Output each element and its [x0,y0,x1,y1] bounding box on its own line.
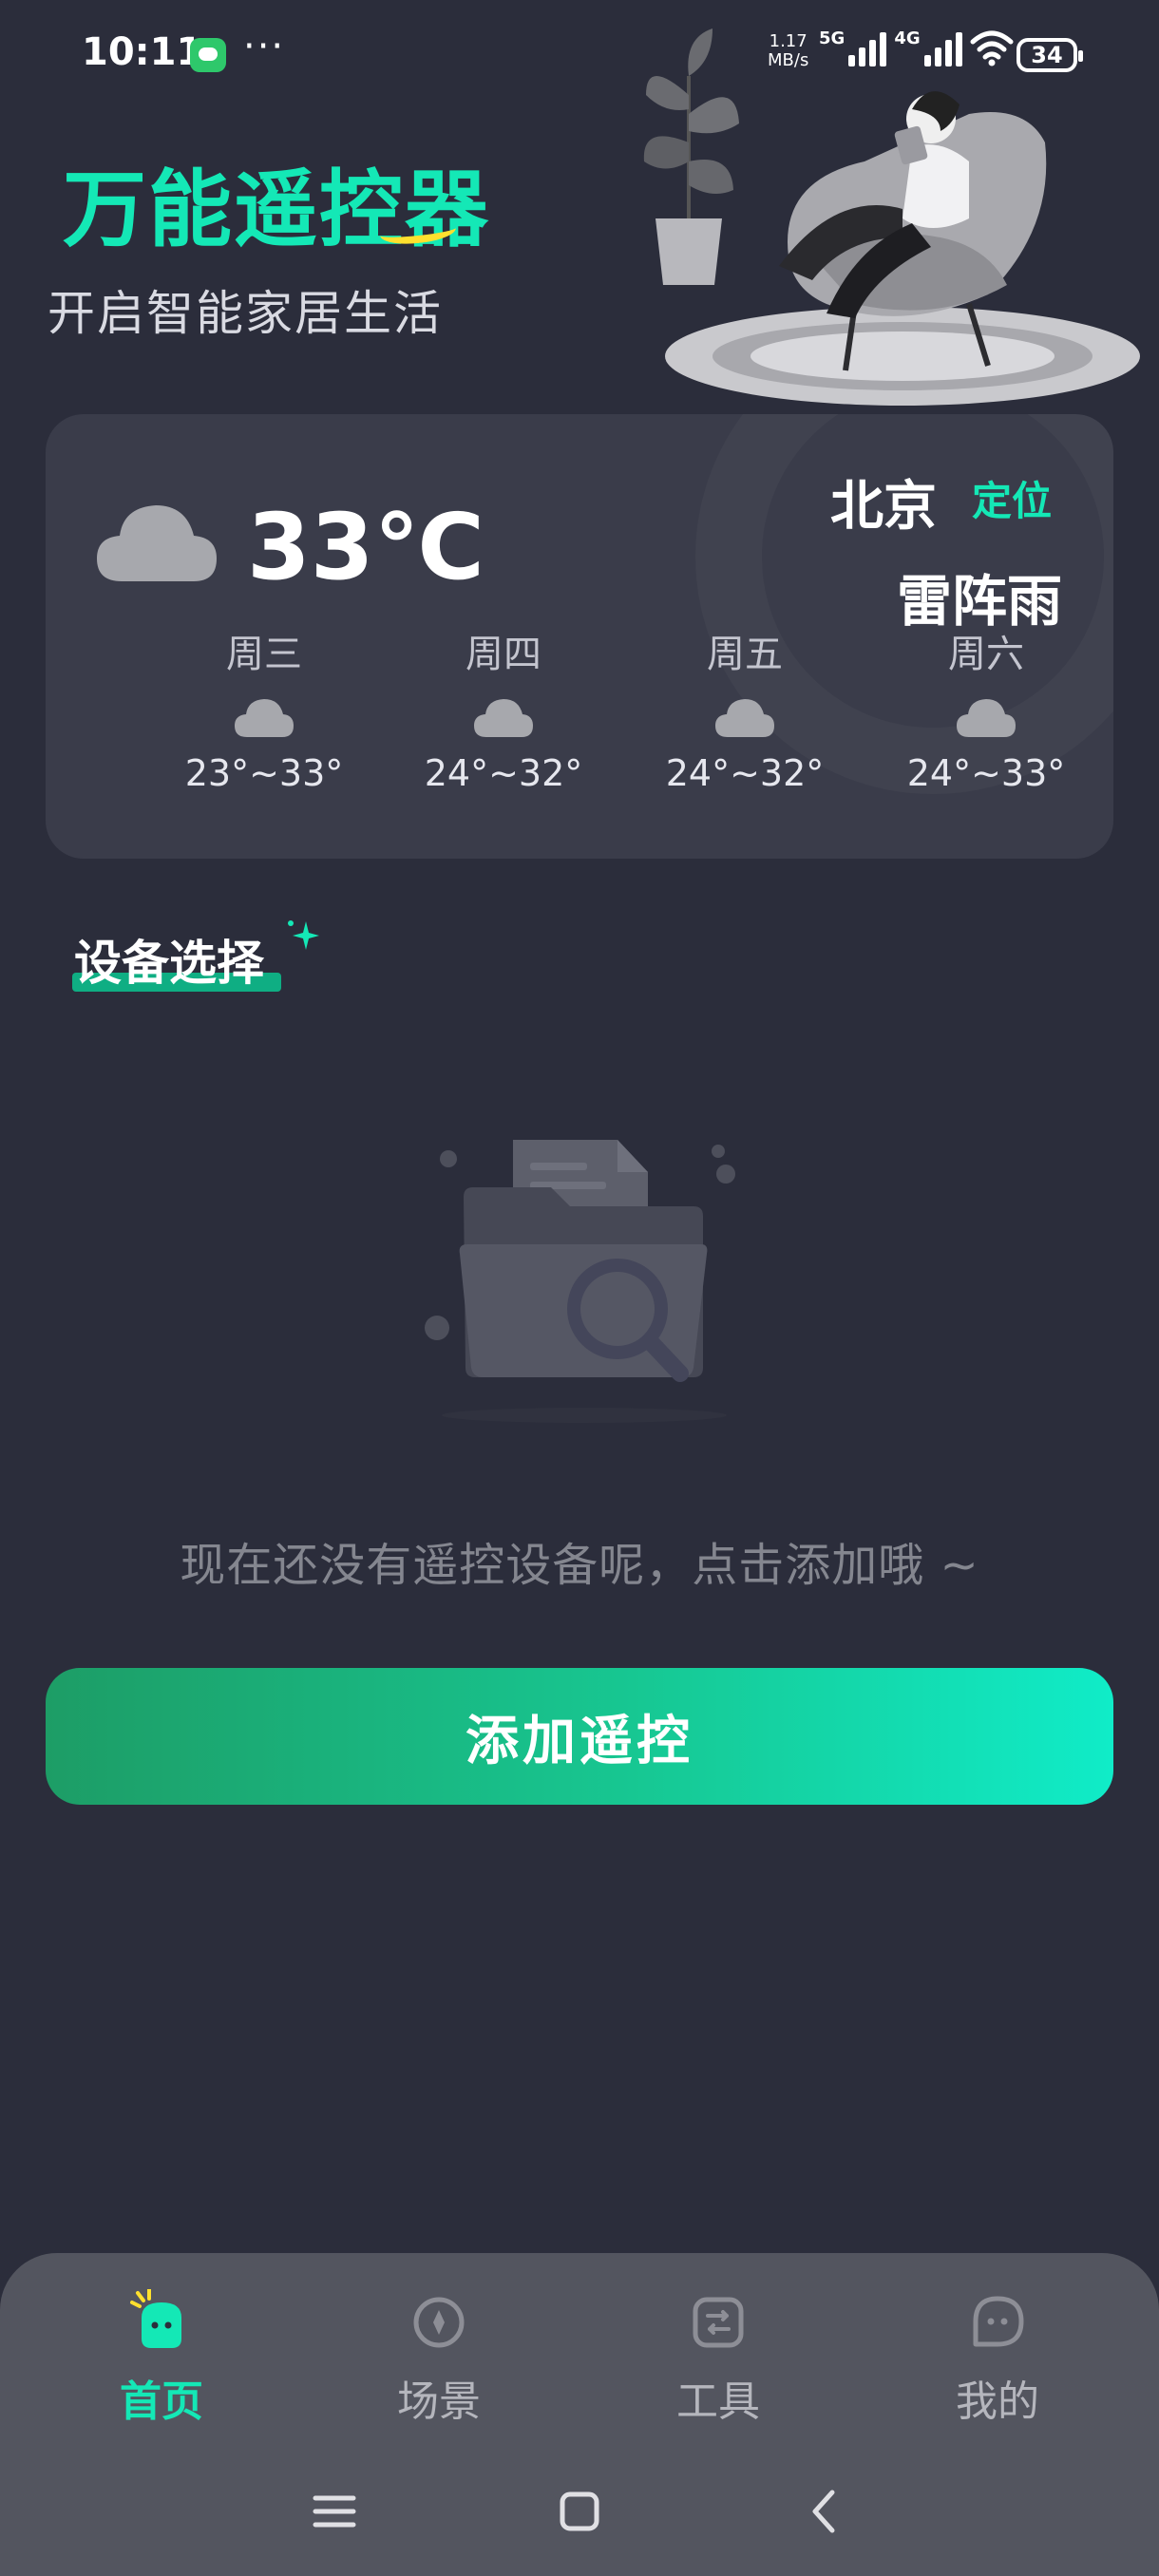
forecast-day-name: 周六 [948,633,1024,676]
nav-label: 首页 [120,2377,203,2426]
forecast-temperature-range: 23°~33° [184,752,344,794]
app-title: 万能遥控器 [63,161,491,258]
system-navigation-bar [0,2451,1159,2565]
home-robot-icon [130,2289,181,2348]
sparkle-icon [288,920,319,950]
forecast-day-name: 周四 [466,633,542,676]
forecast-day-name: 周五 [707,633,783,676]
status-time: 10:11 [82,30,203,74]
empty-folder-search-icon [425,1140,735,1423]
cloud-icon [474,699,533,737]
app-subtitle: 开启智能家居生活 [48,286,443,341]
toolbox-icon [693,2297,744,2348]
add-remote-button[interactable]: 添加遥控 [46,1668,1113,1805]
forecast-day-name: 周三 [226,633,302,676]
person-reading-illustration [643,28,1140,406]
nav-label: 场景 [397,2377,481,2426]
nav-item-tools[interactable]: 工具 [633,2289,804,2428]
nav-item-profile[interactable]: 我的 [912,2289,1083,2428]
forecast-temperature-range: 24°~33° [906,752,1066,794]
nav-item-scenes[interactable]: 场景 [353,2289,524,2428]
message-notification-icon [190,38,226,72]
home-square-icon[interactable] [551,2483,608,2540]
city-name: 北京 [830,476,937,538]
weather-card[interactable]: 33℃ 北京 定位 雷阵雨 周三 23°~33° 周四 24°~32° 周五 2… [46,414,1113,859]
nav-item-home[interactable]: 首页 [76,2289,247,2428]
more-notifications-icon: ··· [243,25,286,68]
forecast-day: 周五 24°~32° [640,623,849,794]
chat-bubble-icon [973,2296,1024,2347]
forecast-day: 周四 24°~32° [399,623,608,794]
section-title: 设备选择 [74,936,264,991]
nav-label: 工具 [676,2377,760,2426]
cloud-icon [957,699,1016,737]
cloud-icon [97,505,217,581]
menu-icon[interactable] [306,2483,363,2540]
nav-label: 我的 [956,2377,1039,2426]
forecast-day: 周六 24°~33° [882,623,1091,794]
back-arrow-icon[interactable] [796,2483,853,2540]
forecast-temperature-range: 24°~32° [424,752,583,794]
current-temperature: 33℃ [247,494,484,600]
cloud-icon [235,699,294,737]
compass-icon [413,2297,465,2348]
forecast-temperature-range: 24°~32° [665,752,825,794]
empty-state-message: 现在还没有遥控设备呢，点击添加哦 ~ [180,1539,979,1592]
forecast-day: 周三 23°~33° [160,623,369,794]
forecast-list: 周三 23°~33° 周四 24°~32° 周五 24°~32° 周六 24°~… [46,623,1066,832]
cloud-icon [715,699,774,737]
locate-link[interactable]: 定位 [972,469,1052,527]
